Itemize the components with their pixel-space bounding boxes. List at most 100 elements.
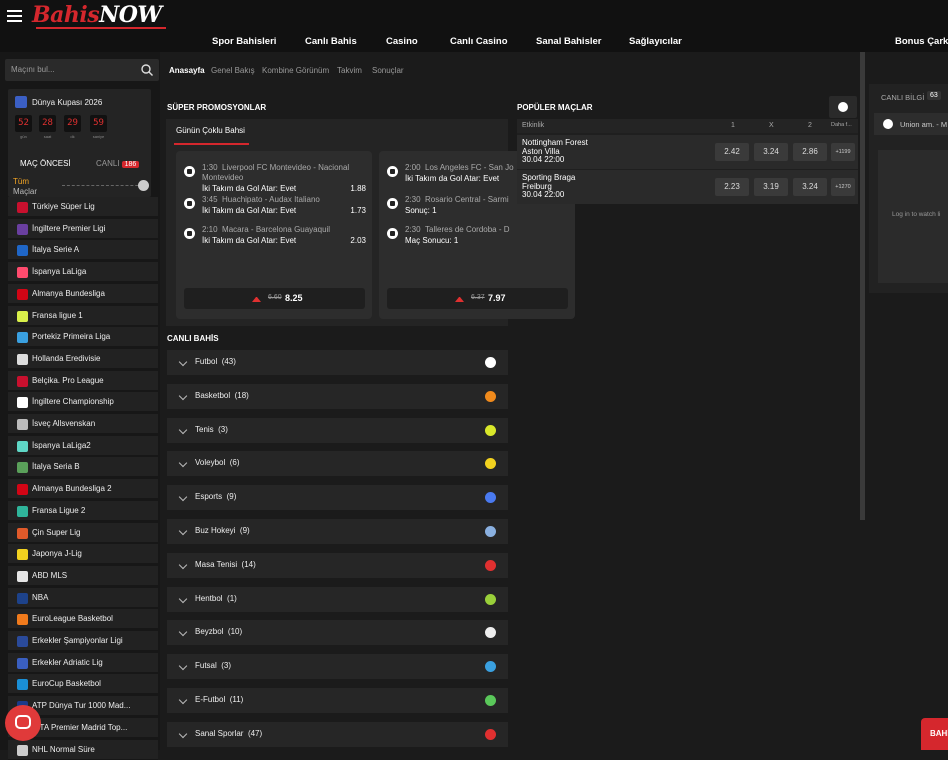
selection-pick: Maç Sonucu: 1	[405, 236, 459, 245]
breadcrumb-takvim[interactable]: Takvim	[337, 66, 362, 75]
live-sport-row[interactable]: Buz Hokeyi (9)	[167, 519, 508, 544]
sidebar-league-item[interactable]: Japonya J-Lig	[8, 544, 158, 565]
sidebar-league-item[interactable]: İtalya Seria B	[8, 457, 158, 478]
sidebar-league-item[interactable]: Almanya Bundesliga	[8, 283, 158, 304]
odd-1-button[interactable]: 2.23	[715, 178, 749, 196]
all-matches-filter[interactable]: Tüm Maçlar	[13, 177, 37, 197]
nav-sanal-bahisler[interactable]: Sanal Bahisler	[536, 36, 601, 47]
selection-odd: 2.03	[350, 236, 366, 245]
live-sport-label: Futsal (3)	[195, 661, 231, 670]
football-filter-button[interactable]	[829, 96, 857, 118]
popular-match-row[interactable]: Nottingham Forest Aston Villa 30.04 22:0…	[517, 135, 858, 169]
promo-card[interactable]: 1:30 Liverpool FC Montevideo - Nacional …	[176, 151, 372, 319]
time-filter-slider-handle[interactable]	[138, 180, 149, 191]
sidebar-league-item[interactable]: Fransa ligue 1	[8, 305, 158, 326]
nav-casino[interactable]: Casino	[386, 36, 418, 47]
live-sport-label: Sanal Sporlar (47)	[195, 729, 262, 738]
sidebar-league-item[interactable]: İspanya LaLiga2	[8, 435, 158, 456]
nav-saglayicilar[interactable]: Sağlayıcılar	[629, 36, 682, 47]
promo-card-odds-button[interactable]: 6.60 8.25	[184, 288, 365, 309]
betslip-button[interactable]: BAHİS	[921, 718, 948, 750]
nav-canli-casino[interactable]: Canlı Casino	[450, 36, 508, 47]
sidebar-league-item[interactable]: İngiltere Premier Ligi	[8, 218, 158, 239]
countdown-label-minutes: dk	[70, 134, 75, 139]
live-sport-label: E-Futbol (11)	[195, 695, 243, 704]
header-1: 1	[731, 122, 735, 129]
selection-pick: İki Takım da Gol Atar: Evet	[405, 174, 500, 183]
odd-2-button[interactable]: 3.24	[793, 178, 827, 196]
live-sport-row[interactable]: Voleybol (6)	[167, 451, 508, 477]
sport-icon	[485, 728, 496, 740]
sidebar-league-item[interactable]: Fransa Ligue 2	[8, 500, 158, 521]
tab-live-info[interactable]: CANLI BİLGİ	[881, 93, 924, 102]
live-sport-row[interactable]: Masa Tenisi (14)	[167, 552, 508, 578]
scrollbar[interactable]	[860, 52, 865, 520]
breadcrumb-kombine[interactable]: Kombine Görünüm	[262, 66, 329, 75]
sidebar-league-item[interactable]: İngiltere Championship	[8, 392, 158, 413]
odd-x-button[interactable]: 3.24	[754, 143, 788, 161]
odd-2-button[interactable]: 2.86	[793, 143, 827, 161]
sidebar-league-item[interactable]: Erkekler Şampiyonlar Ligi	[8, 631, 158, 651]
sidebar-league-item[interactable]: Çin Super Lig	[8, 522, 158, 543]
popular-match-row[interactable]: Sporting Braga Freiburg 30.04 22:00 2.23…	[517, 170, 858, 204]
header-x: X	[769, 122, 774, 129]
chat-button[interactable]	[5, 705, 41, 741]
sidebar-league-item[interactable]: Belçika. Pro League	[8, 370, 158, 391]
more-markets-button[interactable]: +1270	[831, 178, 855, 196]
live-sport-row[interactable]: Beyzbol (10)	[167, 620, 508, 646]
sport-count: (9)	[239, 526, 250, 535]
sidebar-league-item[interactable]: Almanya Bundesliga 2	[8, 479, 158, 500]
search-input[interactable]: Maçını bul...	[5, 59, 159, 81]
live-info-match-name: Union am. - M	[900, 120, 948, 129]
sidebar-league-item[interactable]: İtalya Serie A	[8, 240, 158, 261]
live-sport-row[interactable]: Futsal (3)	[167, 654, 508, 680]
sidebar-league-item[interactable]: İspanya LaLiga	[8, 262, 158, 283]
sidebar-league-item[interactable]: Erkekler Adriatic Lig	[8, 652, 158, 673]
selection-teams: Rosario Central - Sarmi	[425, 195, 509, 204]
sidebar-league-item[interactable]: Hollanda Eredivisie	[8, 348, 158, 369]
sidebar-league-item[interactable]: ABD MLS	[8, 565, 158, 586]
sidebar-league-item[interactable]: Portekiz Primeira Liga	[8, 327, 158, 348]
nav-bonus-carki[interactable]: Bonus Çarkı	[895, 36, 948, 47]
breadcrumb-genel-bakis[interactable]: Genel Bakış	[211, 66, 255, 75]
countdown-label-seconds: saniye	[92, 134, 105, 139]
more-markets-button[interactable]: +1199	[831, 143, 855, 161]
sidebar-league-item[interactable]: EuroLeague Basketbol	[8, 609, 158, 630]
live-info-match[interactable]: Union am. - M	[874, 113, 948, 135]
menu-icon[interactable]	[7, 10, 22, 22]
live-sport-row[interactable]: Futbol (43)	[167, 350, 508, 375]
site-logo[interactable]: BahisNOW	[32, 2, 166, 29]
league-logo-icon	[17, 267, 28, 279]
sidebar-league-item[interactable]: EuroCup Basketbol	[8, 674, 158, 695]
breadcrumb-anasayfa[interactable]: Anasayfa	[169, 66, 205, 75]
league-name: İspanya LaLiga2	[32, 440, 91, 450]
breadcrumb-sonuclar[interactable]: Sonuçlar	[372, 66, 404, 75]
search-icon[interactable]	[140, 63, 154, 77]
nav-spor-bahisleri[interactable]: Spor Bahisleri	[212, 36, 276, 47]
sidebar-league-item[interactable]: NBA	[8, 587, 158, 608]
sidebar: Maçını bul... Dünya Kupası 2026 52 28 29…	[0, 52, 160, 760]
live-sport-row[interactable]: Basketbol (18)	[167, 383, 508, 409]
popular-match-info: Sporting Braga Freiburg 30.04 22:00	[522, 173, 575, 200]
live-sport-row[interactable]: Esports (9)	[167, 485, 508, 511]
time-filter-slider-track[interactable]	[62, 185, 148, 187]
league-logo-icon	[17, 397, 28, 409]
promo-tab-daily-multi[interactable]: Günün Çoklu Bahsi	[174, 126, 249, 145]
odd-x-button[interactable]: 3.19	[754, 178, 788, 196]
live-sport-row[interactable]: Sanal Sporlar (47)	[167, 721, 508, 747]
football-icon	[184, 166, 195, 177]
tab-live[interactable]: CANLI 186	[96, 159, 140, 168]
sidebar-league-item[interactable]: İsveç Allsvenskan	[8, 414, 158, 434]
live-sport-label: Masa Tenisi (14)	[195, 560, 256, 569]
sport-count: (3)	[218, 424, 228, 434]
tab-prematch[interactable]: MAÇ ÖNCESİ	[20, 159, 71, 168]
live-sport-row[interactable]: E-Futbol (11)	[167, 688, 508, 713]
live-sport-row[interactable]: Tenis (3)	[167, 417, 508, 443]
sport-icon	[485, 627, 496, 639]
live-stream-box[interactable]: Log in to watch li	[878, 150, 948, 283]
sidebar-league-item[interactable]: Türkiye Süper Lig	[8, 197, 158, 217]
live-sport-row[interactable]: Hentbol (1)	[167, 586, 508, 612]
odd-1-button[interactable]: 2.42	[715, 143, 749, 161]
nav-canli-bahis[interactable]: Canlı Bahis	[305, 36, 357, 47]
promo-card-odds-button[interactable]: 6.37 7.97	[387, 288, 568, 309]
